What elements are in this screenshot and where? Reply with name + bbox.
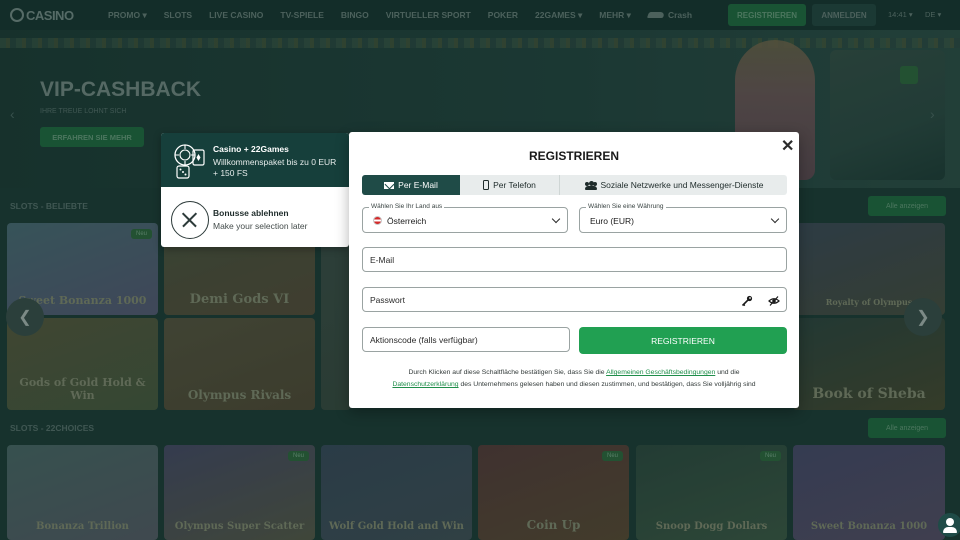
tab-phone[interactable]: Per Telefon (460, 175, 560, 195)
privacy-link[interactable]: Datenschutzerklärung (392, 381, 458, 388)
support-chat-icon[interactable] (938, 513, 960, 537)
registration-method-tabs: Per E-Mail Per Telefon Soziale Netzwerke… (362, 175, 787, 195)
bonus-option-casino[interactable]: Casino + 22Games Willkommenspaket bis zu… (161, 133, 349, 187)
phone-icon (483, 180, 490, 190)
decline-title: Bonusse ablehnen (213, 208, 289, 218)
casino-chips-icon (174, 144, 205, 179)
currency-select[interactable]: Wählen Sie eine Währung Euro (EUR) (579, 203, 787, 233)
tab-email[interactable]: Per E-Mail (362, 175, 460, 195)
terms-link[interactable]: Allgemeinen Geschäftsbedingungen (606, 369, 715, 376)
modal-title: REGISTRIEREN (528, 149, 619, 163)
bonus-title: Casino + 22Games (213, 144, 289, 154)
promo-code-input[interactable] (363, 328, 569, 351)
password-input[interactable] (363, 288, 786, 311)
country-select[interactable]: Wählen Sie Ihr Land aus Österreich (362, 203, 568, 233)
currency-select-value: Euro (EUR) (590, 216, 634, 226)
austria-flag-icon (373, 216, 382, 225)
tab-social[interactable]: Soziale Netzwerke und Messenger-Dienste (561, 175, 787, 195)
users-icon (584, 180, 597, 190)
mail-icon (384, 181, 395, 189)
bonus-selection-panel: Casino + 22Games Willkommenspaket bis zu… (161, 133, 349, 247)
email-input[interactable] (363, 248, 786, 271)
decline-x-icon (171, 201, 209, 239)
country-select-label: Wählen Sie Ihr Land aus (369, 203, 445, 210)
register-modal: ✕ REGISTRIEREN Per E-Mail Per Telefon So… (349, 132, 799, 408)
terms-notice: Durch Klicken auf diese Schaltfläche bes… (392, 369, 756, 388)
country-select-value: Österreich (387, 216, 427, 226)
bonus-description: Willkommenspaket bis zu 0 EUR + 150 FS (213, 157, 337, 178)
currency-select-label: Wählen Sie eine Währung (586, 203, 666, 210)
decline-subtitle: Make your selection later (213, 221, 308, 231)
register-submit-button[interactable]: REGISTRIEREN (579, 327, 787, 354)
password-field (362, 287, 787, 312)
chevron-down-icon (551, 214, 561, 224)
promo-code-field (362, 327, 570, 352)
email-field (362, 247, 787, 272)
eye-slash-icon[interactable] (768, 295, 780, 307)
chevron-down-icon (770, 214, 780, 224)
key-icon[interactable] (741, 295, 753, 307)
